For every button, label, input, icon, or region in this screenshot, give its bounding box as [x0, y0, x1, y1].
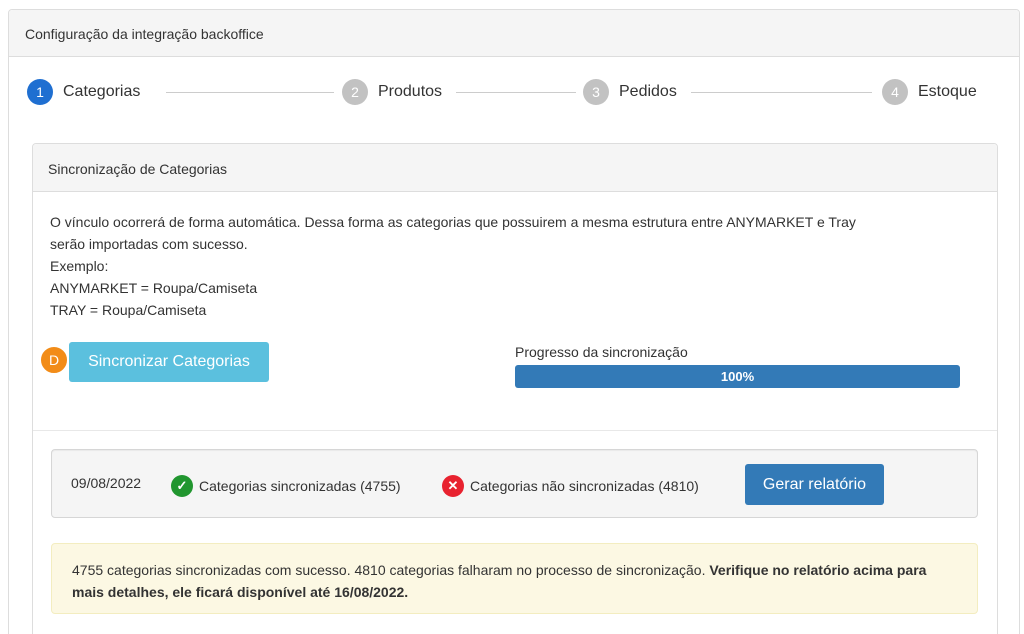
step-number: 1 [27, 79, 53, 105]
not-synced-label: Categorias não sincronizadas (4810) [470, 478, 699, 494]
panel-title: Configuração da integração backoffice [9, 10, 1019, 57]
description-line: Exemplo: [50, 258, 109, 274]
not-synced-count: ✕ Categorias não sincronizadas (4810) [442, 475, 699, 497]
description-line: serão importadas com sucesso. [50, 236, 248, 252]
step-label: Pedidos [619, 83, 677, 100]
synced-label: Categorias sincronizadas (4755) [199, 478, 401, 494]
description-line: O vínculo ocorrerá de forma automática. … [50, 214, 856, 230]
step-label: Estoque [918, 83, 977, 100]
step-number: 4 [882, 79, 908, 105]
step-connector [166, 92, 334, 93]
divider [33, 430, 997, 431]
x-circle-icon: ✕ [442, 475, 464, 497]
sync-summary: 09/08/2022 ✓ Categorias sincronizadas (4… [51, 449, 978, 518]
step-number: 3 [583, 79, 609, 105]
wizard-stepper: 1 Categorias 2 Produtos 3 Pedidos 4 Esto… [27, 79, 977, 105]
step-produtos[interactable]: 2 Produtos [342, 79, 442, 105]
description-line: ANYMARKET = Roupa/Camiseta [50, 280, 258, 296]
sync-categories-button[interactable]: Sincronizar Categorias [69, 342, 269, 382]
step-label: Categorias [63, 83, 141, 100]
progress-fill: 100% [515, 365, 960, 388]
step-label: Produtos [378, 83, 443, 100]
step-number: 2 [342, 79, 368, 105]
sync-description: O vínculo ocorrerá de forma automática. … [50, 211, 960, 321]
sync-result-alert: 4755 categorias sincronizadas com sucess… [51, 543, 978, 614]
check-circle-icon: ✓ [171, 475, 193, 497]
generate-report-button[interactable]: Gerar relatório [745, 464, 884, 505]
progress-bar: 100% [515, 365, 960, 388]
alert-text: 4755 categorias sincronizadas com sucess… [72, 562, 706, 578]
step-connector [691, 92, 872, 93]
synced-count: ✓ Categorias sincronizadas (4755) [171, 475, 401, 497]
description-line: TRAY = Roupa/Camiseta [50, 302, 207, 318]
step-connector [456, 92, 576, 93]
step-pedidos[interactable]: 3 Pedidos [583, 79, 677, 105]
user-badge-icon[interactable]: D [39, 345, 69, 375]
section-title: Sincronização de Categorias [33, 144, 997, 192]
progress-label: Progresso da sincronização [515, 344, 688, 360]
sync-date: 09/08/2022 [71, 475, 142, 491]
step-categorias[interactable]: 1 Categorias [27, 79, 140, 105]
step-estoque[interactable]: 4 Estoque [882, 79, 977, 105]
